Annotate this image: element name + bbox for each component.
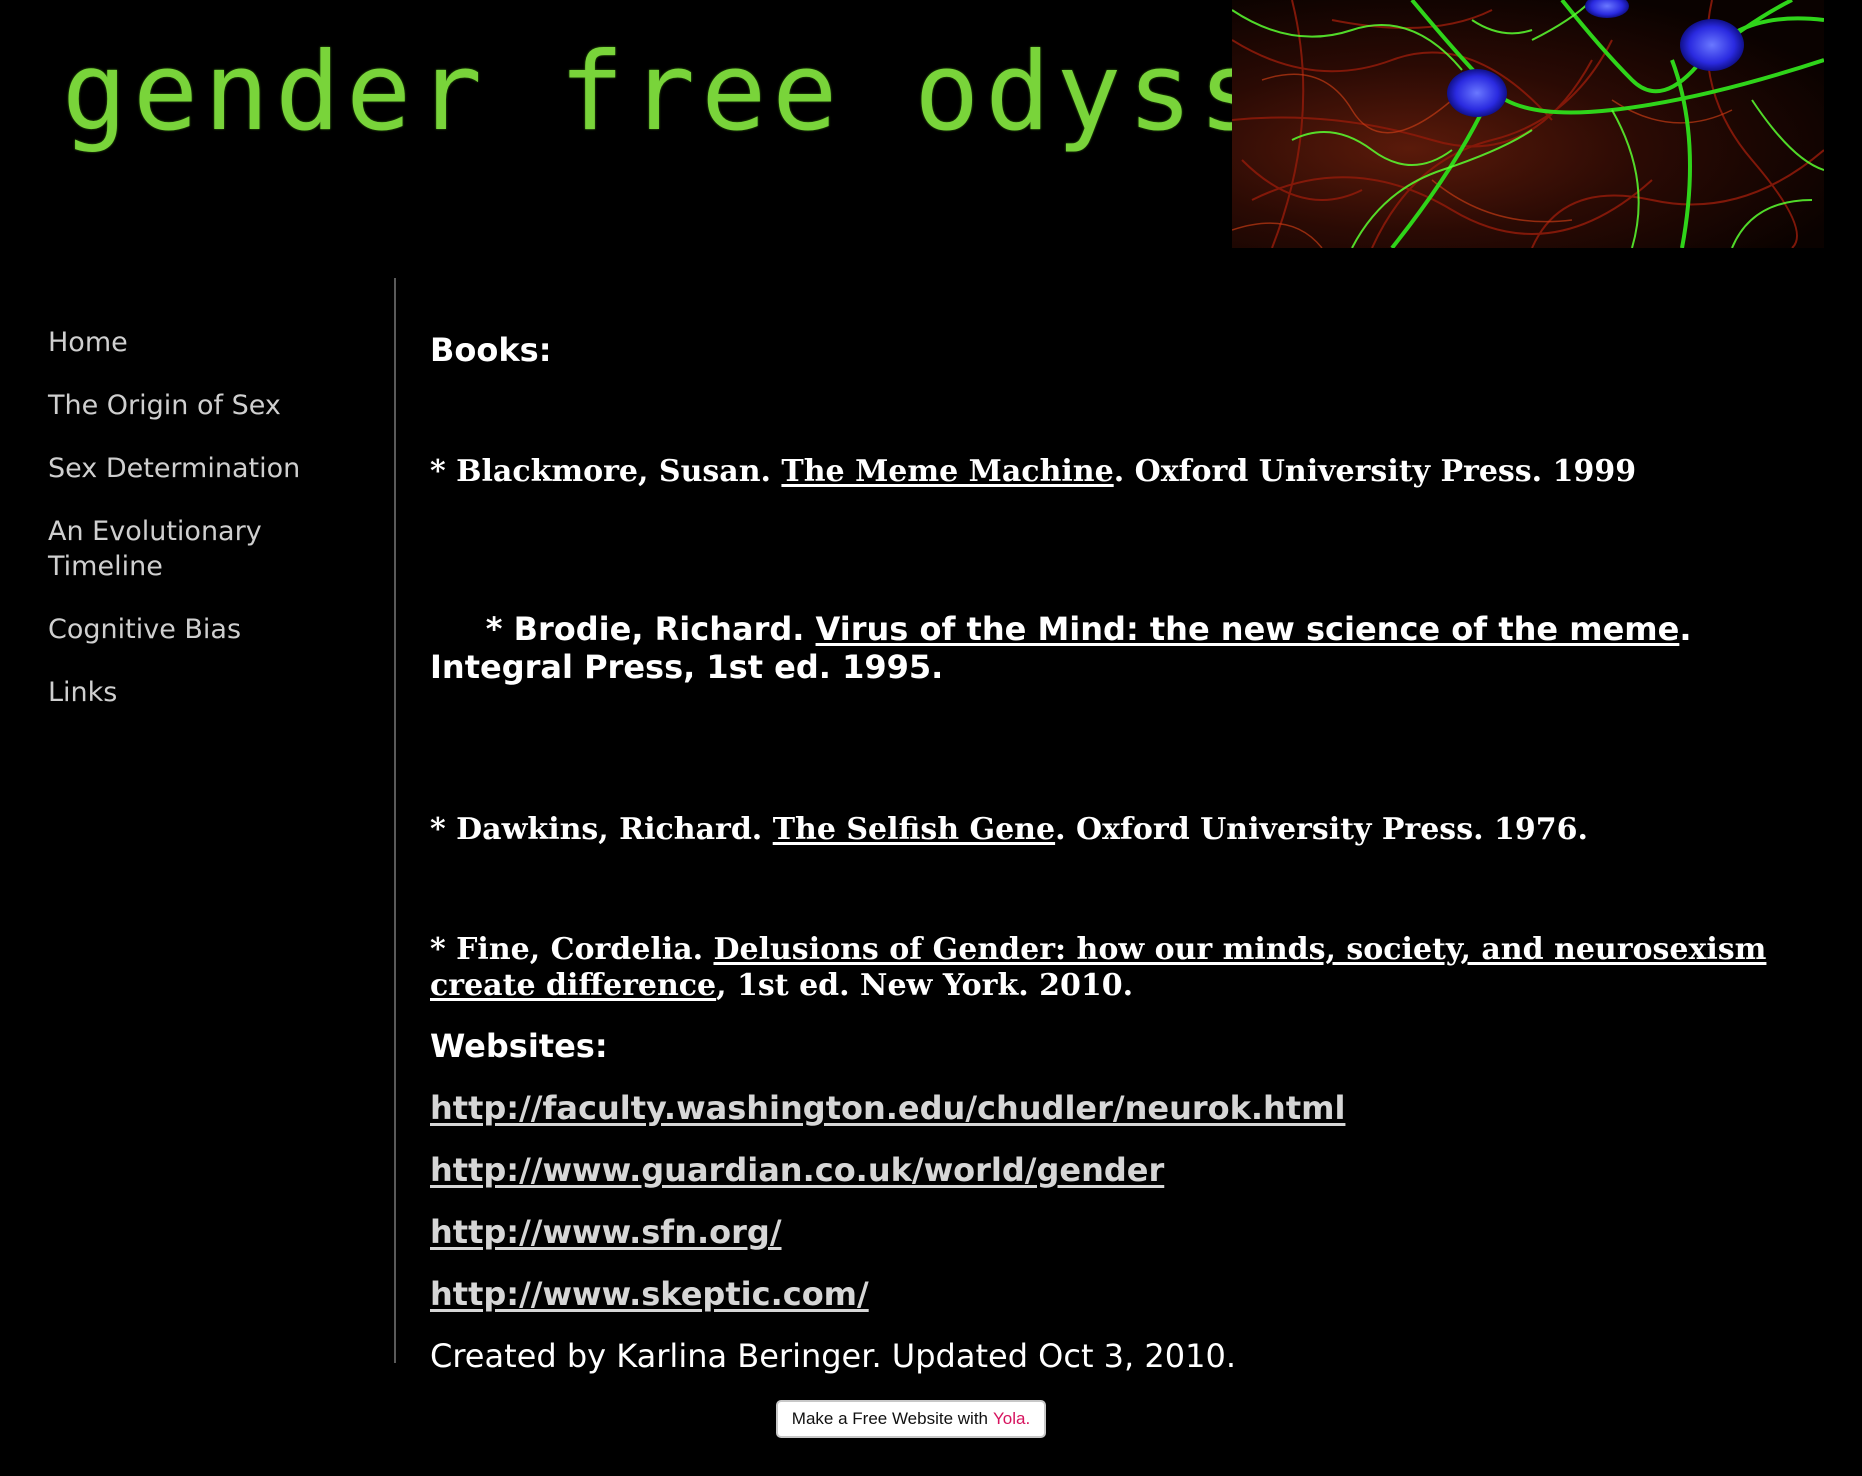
sidebar-item-links[interactable]: Links [48, 675, 348, 710]
book-suffix: , 1st ed. New York. 2010. [716, 968, 1134, 1003]
website-link-skeptic[interactable]: http://www.skeptic.com/ [430, 1274, 1790, 1314]
book-suffix: . Oxford University Press. 1999 [1113, 454, 1637, 489]
sidebar-nav: Home The Origin of Sex Sex Determination… [48, 325, 348, 738]
website-link-washington[interactable]: http://faculty.washington.edu/chudler/ne… [430, 1088, 1790, 1128]
book-entry-blackmore: * Blackmore, Susan. The Meme Machine. Ox… [430, 454, 1790, 490]
book-entry-dawkins: * Dawkins, Richard. The Selfish Gene. Ox… [430, 812, 1790, 848]
sidebar-item-cognitive-bias[interactable]: Cognitive Bias [48, 612, 348, 647]
book-prefix: * Dawkins, Richard. [430, 812, 773, 847]
book-title: The Meme Machine [781, 454, 1114, 489]
book-prefix: * Fine, Cordelia. [430, 932, 714, 967]
book-entry-fine: * Fine, Cordelia. Delusions of Gender: h… [430, 932, 1790, 1004]
websites-heading: Websites: [430, 1027, 608, 1065]
badge-text: Make a Free Website with [791, 1409, 989, 1428]
sidebar-item-home[interactable]: Home [48, 325, 348, 360]
book-prefix: * Brodie, Richard. [474, 610, 816, 648]
books-heading: Books: [430, 331, 552, 369]
book-title: The Selfish Gene [772, 812, 1056, 847]
book-prefix: * Blackmore, Susan. [430, 454, 782, 489]
sidebar-item-origin-of-sex[interactable]: The Origin of Sex [48, 388, 348, 423]
vertical-divider [394, 278, 396, 1363]
yola-badge-button[interactable]: Make a Free Website with Yola. [776, 1400, 1046, 1438]
main-content: Books: * Blackmore, Susan. The Meme Mach… [430, 330, 1790, 1376]
sidebar-item-evolutionary-timeline[interactable]: An Evolutionary Timeline [48, 514, 298, 584]
website-link-sfn[interactable]: http://www.sfn.org/ [430, 1212, 1790, 1252]
credit-text: Created by Karlina Beringer. Updated Oct… [430, 1337, 1236, 1375]
book-entry-brodie: * Brodie, Richard. Virus of the Mind: th… [430, 572, 1790, 724]
book-title: Virus of the Mind: the new science of th… [815, 610, 1680, 648]
sidebar-item-sex-determination[interactable]: Sex Determination [48, 451, 348, 486]
website-link-guardian[interactable]: http://www.guardian.co.uk/world/gender [430, 1150, 1790, 1190]
site-header: gender free odyssey_ [0, 0, 1862, 250]
neuron-banner-image [1232, 0, 1824, 248]
book-suffix: . Oxford University Press. 1976. [1055, 812, 1588, 847]
badge-brand: Yola. [993, 1409, 1031, 1428]
